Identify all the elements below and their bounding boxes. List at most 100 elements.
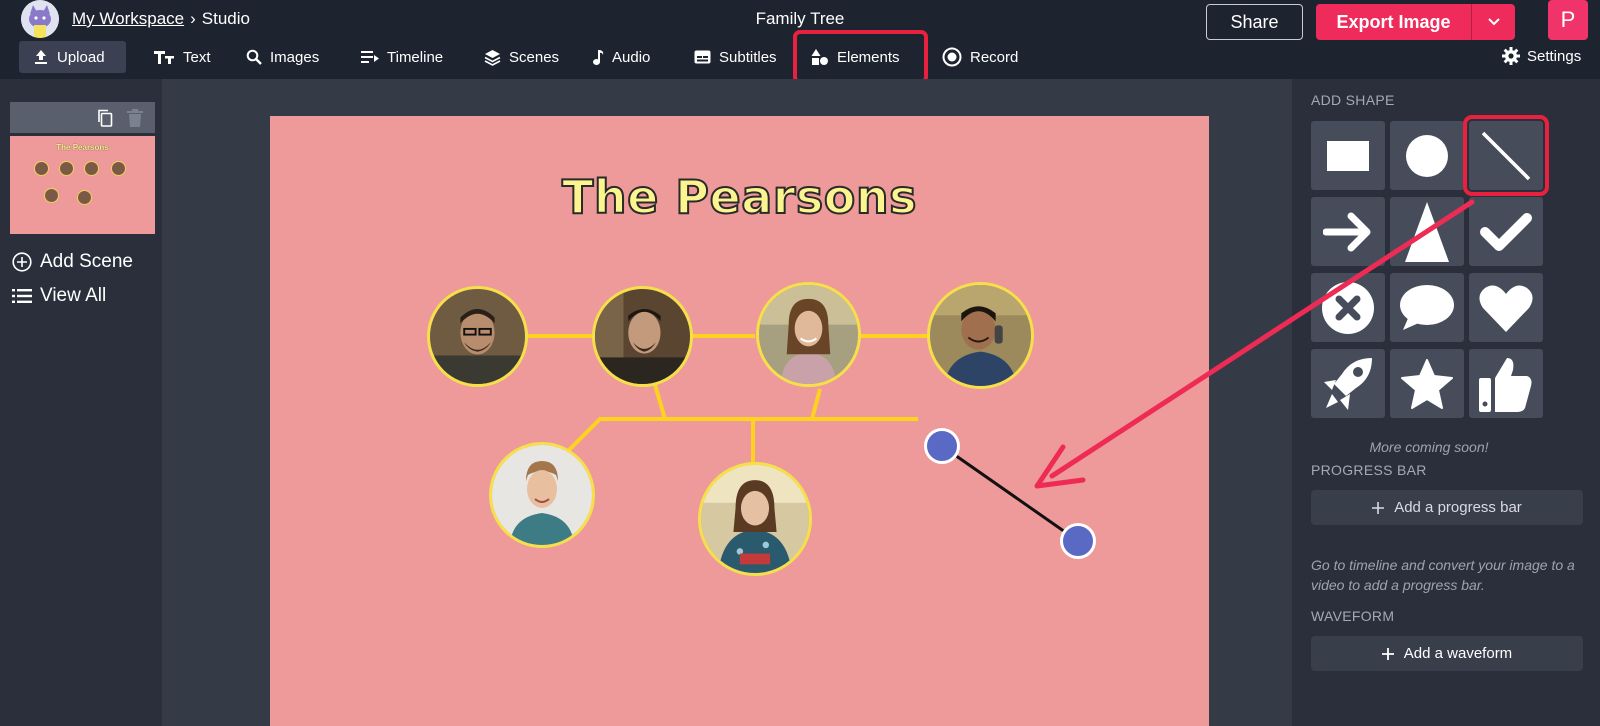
scene-thumbnail-title: The Pearsons — [56, 143, 109, 152]
tool-upload[interactable]: Upload — [19, 41, 126, 73]
shape-thumbs-up-button[interactable] — [1469, 349, 1543, 418]
shape-rocket-button[interactable] — [1311, 349, 1385, 418]
shape-circle-button[interactable] — [1390, 121, 1464, 190]
scenes-panel: The Pearsons Add Scene View All — [0, 79, 162, 726]
shape-triangle-button[interactable] — [1390, 197, 1464, 266]
design-canvas[interactable]: The Pearsons — [270, 116, 1209, 726]
portrait-image — [595, 289, 690, 384]
heart-icon — [1479, 285, 1533, 332]
layers-icon — [484, 49, 501, 66]
shape-checkmark-button[interactable] — [1469, 197, 1543, 266]
plus-icon — [1372, 501, 1385, 514]
tool-record[interactable]: Record — [928, 41, 1032, 73]
export-image-label[interactable]: Export Image — [1316, 4, 1471, 40]
settings-label: Settings — [1527, 47, 1582, 65]
shape-x-circle-button[interactable] — [1311, 273, 1385, 342]
more-coming-soon-text: More coming soon! — [1369, 439, 1489, 455]
family-photo-5[interactable] — [489, 442, 595, 548]
portrait-image — [759, 285, 858, 384]
portrait-image — [930, 285, 1031, 386]
tool-audio[interactable]: Audio — [578, 41, 664, 73]
thumbnail-photo — [111, 161, 126, 176]
shape-line-button[interactable] — [1463, 115, 1549, 196]
top-bar: My Workspace › Studio Family Tree Share … — [0, 0, 1600, 84]
tool-elements-label: Elements — [837, 48, 900, 66]
tool-subtitles-label: Subtitles — [719, 48, 777, 66]
settings-button[interactable]: Settings — [1502, 47, 1581, 65]
export-image-button[interactable]: Export Image — [1316, 4, 1515, 40]
add-scene-button[interactable]: Add Scene — [12, 251, 133, 273]
rocket-icon — [1324, 357, 1372, 410]
family-photo-6[interactable] — [698, 462, 812, 576]
thumbs-up-icon — [1479, 357, 1532, 412]
speech-bubble-icon — [1400, 284, 1454, 330]
workspace-link[interactable]: My Workspace — [72, 9, 184, 29]
thumbnail-photo — [34, 161, 49, 176]
thumbnail-photo — [59, 161, 74, 176]
text-icon — [154, 51, 174, 64]
portrait-image — [701, 465, 809, 573]
view-all-label: View All — [40, 285, 107, 306]
progress-bar-heading: PROGRESS BAR — [1311, 462, 1427, 478]
add-progress-bar-button[interactable]: Add a progress bar — [1311, 490, 1583, 525]
tool-subtitles[interactable]: Subtitles — [680, 41, 791, 73]
family-photo-3[interactable] — [756, 282, 861, 387]
tool-elements[interactable]: Elements — [793, 30, 928, 84]
tool-upload-label: Upload — [57, 48, 105, 66]
app-logo[interactable] — [21, 0, 59, 38]
portrait-image — [492, 445, 592, 545]
export-options-button[interactable] — [1471, 4, 1515, 40]
tool-images[interactable]: Images — [232, 41, 333, 73]
scene-card-header — [10, 102, 155, 133]
portrait-image — [430, 289, 525, 384]
waveform-heading: WAVEFORM — [1311, 608, 1395, 624]
canvas-title-text[interactable]: The Pearsons — [270, 169, 1209, 225]
family-photo-4[interactable] — [927, 282, 1034, 389]
subtitles-icon — [694, 50, 711, 64]
trash-icon[interactable] — [127, 108, 143, 127]
list-icon — [12, 289, 32, 303]
document-title[interactable]: Family Tree — [756, 9, 845, 28]
tool-text[interactable]: Text — [139, 41, 225, 73]
add-waveform-button[interactable]: Add a waveform — [1311, 636, 1583, 671]
add-waveform-label: Add a waveform — [1403, 645, 1513, 662]
plus-circle-icon — [12, 252, 32, 272]
line-end-handle[interactable] — [1060, 523, 1096, 559]
shape-heart-button[interactable] — [1469, 273, 1543, 342]
view-all-button[interactable]: View All — [12, 285, 106, 307]
tool-scenes[interactable]: Scenes — [470, 41, 573, 73]
circle-icon — [1406, 134, 1448, 177]
arrow-right-icon — [1323, 212, 1371, 251]
drawn-line-shape[interactable] — [941, 444, 1079, 543]
scene-card[interactable]: The Pearsons — [10, 102, 155, 234]
shape-speech-bubble-button[interactable] — [1390, 273, 1464, 342]
checkmark-icon — [1480, 212, 1532, 251]
scene-thumbnail[interactable]: The Pearsons — [10, 136, 155, 234]
share-button[interactable]: Share — [1206, 4, 1303, 40]
rectangle-icon — [1327, 140, 1369, 171]
family-photo-2[interactable] — [592, 286, 693, 387]
chevron-down-icon — [1487, 18, 1500, 26]
line-icon — [1481, 131, 1531, 180]
cat-logo-icon — [21, 0, 59, 38]
tool-scenes-label: Scenes — [509, 48, 560, 66]
tool-record-label: Record — [970, 48, 1019, 66]
add-scene-label: Add Scene — [40, 251, 133, 272]
duplicate-icon[interactable] — [97, 109, 113, 127]
thumbnail-photo — [77, 190, 92, 205]
gear-icon — [1502, 47, 1520, 65]
main-toolbar: Upload Text Images Timeline Scenes Audio… — [0, 30, 1600, 84]
shape-rectangle-button[interactable] — [1311, 121, 1385, 190]
shape-arrow-button[interactable] — [1311, 197, 1385, 266]
record-icon — [942, 47, 962, 67]
triangle-icon — [1405, 201, 1449, 262]
shape-star-button[interactable] — [1390, 349, 1464, 418]
tool-timeline[interactable]: Timeline — [347, 41, 457, 73]
tool-text-label: Text — [183, 48, 211, 66]
elements-panel: ADD SHAPE More coming soon! PROGRESS BAR… — [1292, 79, 1600, 726]
star-icon — [1401, 358, 1453, 409]
add-shape-heading: ADD SHAPE — [1311, 92, 1395, 108]
user-avatar[interactable]: P — [1548, 0, 1588, 40]
family-photo-1[interactable] — [427, 286, 528, 387]
line-start-handle[interactable] — [924, 428, 960, 464]
